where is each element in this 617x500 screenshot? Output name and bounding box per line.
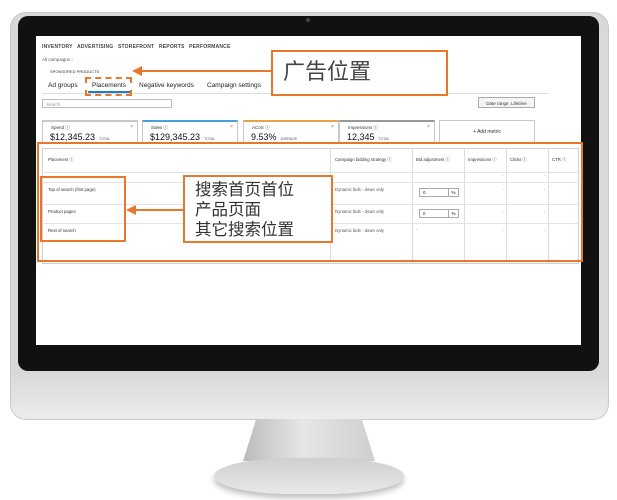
close-icon[interactable]: × xyxy=(427,124,430,130)
nav-performance[interactable]: PERFORMANCE xyxy=(189,44,230,50)
callout-line-top-of-search: 搜索首页首位 xyxy=(195,180,294,199)
add-metric-button[interactable]: + Add metric xyxy=(439,120,535,144)
close-icon[interactable]: × xyxy=(331,124,334,130)
add-metric-label: + Add metric xyxy=(473,129,501,135)
nav-advertising[interactable]: ADVERTISING xyxy=(77,44,113,50)
monitor-stand-base xyxy=(214,458,404,494)
placement-rows-highlight xyxy=(40,176,126,242)
metric-value: 12,345 TOTAL xyxy=(347,132,390,142)
callout-line-rest-of-search: 其它搜索位置 xyxy=(195,220,294,239)
tab-campaign-settings[interactable]: Campaign settings xyxy=(207,82,261,89)
nav-inventory[interactable]: INVENTORY xyxy=(42,44,73,50)
placement-translation-callout: 搜索首页首位 产品页面 其它搜索位置 xyxy=(183,175,333,243)
tab-ad-groups[interactable]: Ad groups xyxy=(48,82,78,89)
metric-card-sales[interactable]: Sales ⓘ × $129,345.23 TOTAL xyxy=(142,120,238,144)
camera-icon xyxy=(306,18,310,22)
metric-value: $12,345.23 TOTAL xyxy=(50,132,111,142)
metric-card-spend[interactable]: Spend ⓘ × $12,345.23 TOTAL xyxy=(42,120,138,144)
breadcrumb[interactable]: All campaigns › xyxy=(42,57,73,62)
tab-negative-keywords[interactable]: Negative keywords xyxy=(139,82,194,89)
date-range-button[interactable]: Date range: Lifetime xyxy=(478,97,535,108)
callout-line-product-pages: 产品页面 xyxy=(195,200,261,219)
arrow-left-icon xyxy=(126,205,186,215)
monitor-stand-neck xyxy=(243,419,375,461)
placements-tab-highlight xyxy=(85,77,132,96)
monitor-chin xyxy=(10,371,609,420)
section-label: SPONSORED PRODUCTS xyxy=(50,69,100,74)
metric-value: 9.53% AVERAGE xyxy=(251,132,298,142)
metric-card-impressions[interactable]: Impressions ⓘ × 12,345 TOTAL xyxy=(339,120,435,144)
close-icon[interactable]: × xyxy=(130,124,133,130)
arrow-left-icon xyxy=(132,66,274,76)
close-icon[interactable]: × xyxy=(230,124,233,130)
nav-storefront[interactable]: STOREFRONT xyxy=(118,44,154,50)
metric-card-acos[interactable]: ACoS ⓘ × 9.53% AVERAGE xyxy=(243,120,339,144)
top-nav: INVENTORY ADVERTISING STOREFRONT REPORTS… xyxy=(42,44,230,50)
metric-label: Impressions ⓘ xyxy=(348,125,379,130)
nav-reports[interactable]: REPORTS xyxy=(159,44,185,50)
metric-label: Spend ⓘ xyxy=(51,125,70,130)
search-input[interactable]: Search xyxy=(42,99,172,108)
ad-position-callout: 广告位置 xyxy=(271,50,448,96)
metric-label: ACoS ⓘ xyxy=(252,125,270,130)
metric-value: $129,345.23 TOTAL xyxy=(150,132,216,142)
metric-label: Sales ⓘ xyxy=(151,125,169,130)
